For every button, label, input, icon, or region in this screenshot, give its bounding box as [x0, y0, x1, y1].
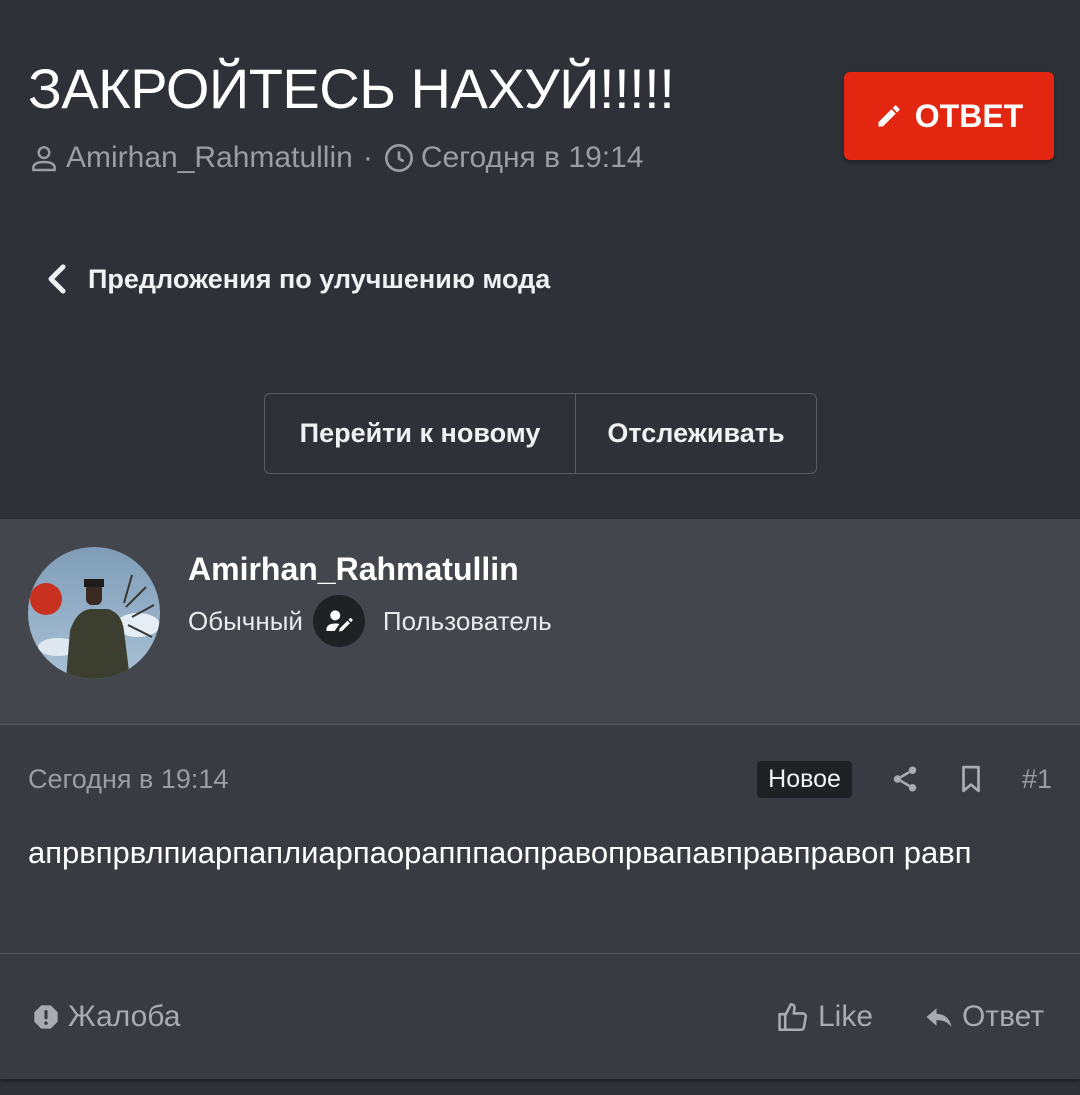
post-footer: Жалоба Like Ответ [0, 953, 1080, 1079]
report-label: Жалоба [68, 1000, 181, 1033]
meta-separator: · [362, 141, 373, 174]
post-username[interactable]: Amirhan_Rahmatullin [188, 551, 519, 588]
user-edit-icon [326, 610, 353, 632]
thread-date[interactable]: Сегодня в 19:14 [421, 141, 644, 175]
thread-title: ЗАКРОЙТЕСЬ НАХУЙ!!!!! [28, 57, 675, 120]
user-title: Обычный Пользователь [188, 595, 552, 647]
like-label: Like [818, 1000, 874, 1033]
reply-arrow-icon [926, 1008, 952, 1027]
reply-button-label: ОТВЕТ [914, 97, 1024, 134]
user-icon [32, 146, 56, 172]
exclamation-octagon-icon [34, 1005, 58, 1029]
clock-icon [384, 144, 413, 172]
post-meta-actions: Новое #1 [757, 760, 1052, 798]
report-button[interactable]: Жалоба [32, 997, 180, 1037]
avatar-image [28, 547, 160, 679]
post-body: апрвпрвлпиарпаплиарпаорапппаоправопрвапа… [28, 835, 972, 870]
post-user-block: Amirhan_Rahmatullin Обычный Пользователь [0, 519, 1080, 725]
thread-meta: Amirhan_Rahmatullin · Сегодня в 19:14 [28, 140, 643, 176]
role-badge [312, 595, 365, 647]
user-rank: Обычный [188, 605, 303, 636]
pencil-icon [878, 105, 900, 127]
avatar[interactable] [28, 547, 160, 679]
breadcrumb[interactable]: Предложения по улучшению мода [44, 258, 550, 300]
chevron-left-icon [48, 264, 66, 294]
like-button[interactable]: Like [776, 997, 873, 1037]
goto-new-button[interactable]: Перейти к новому [265, 394, 576, 473]
bookmark-icon[interactable] [956, 764, 986, 794]
watch-button[interactable]: Отслеживать [576, 394, 816, 473]
breadcrumb-label: Предложения по улучшению мода [88, 263, 551, 294]
post-reply-button[interactable]: Ответ [924, 997, 1044, 1037]
post-card: Amirhan_Rahmatullin Обычный Пользователь… [0, 519, 1080, 1079]
share-icon[interactable] [890, 764, 920, 794]
post-date[interactable]: Сегодня в 19:14 [28, 764, 228, 795]
post-meta: Сегодня в 19:14 Новое #1 [28, 757, 1052, 801]
post-number[interactable]: #1 [1022, 764, 1052, 795]
thread-author-link[interactable]: Amirhan_Rahmatullin [66, 141, 353, 175]
reply-button[interactable]: ОТВЕТ [844, 72, 1054, 160]
thumbs-up-icon [778, 1002, 808, 1032]
new-badge: Новое [757, 760, 852, 798]
post-reply-label: Ответ [962, 1000, 1045, 1033]
thread-action-buttons: Перейти к новому Отслеживать [264, 393, 817, 474]
user-role: Пользователь [382, 605, 552, 636]
thread-header: ЗАКРОЙТЕСЬ НАХУЙ!!!!! ОТВЕТ Amirhan_Rahm… [0, 0, 1080, 518]
